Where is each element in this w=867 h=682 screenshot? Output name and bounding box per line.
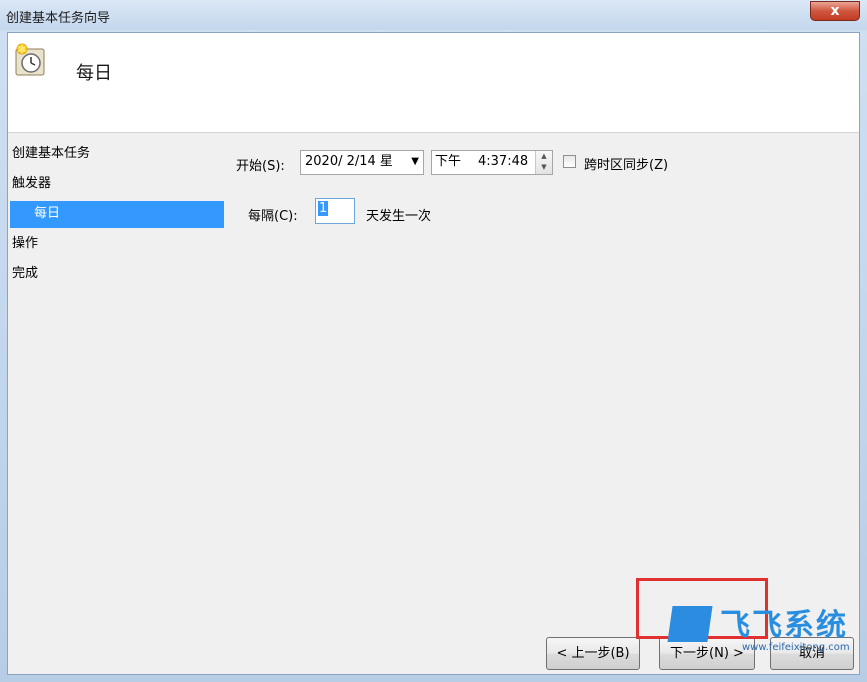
step-daily[interactable]: 每日 bbox=[10, 201, 224, 228]
start-time-ampm: 下午 bbox=[435, 154, 462, 169]
scheduled-task-clock-icon bbox=[15, 43, 45, 76]
spin-down-icon[interactable]: ▼ bbox=[536, 162, 552, 173]
site-watermark: 飞飞系统 www.feifeixitong.com bbox=[660, 598, 860, 660]
dropdown-arrow-icon[interactable]: ▼ bbox=[411, 151, 419, 173]
back-button[interactable]: < 上一步(B) bbox=[546, 637, 640, 670]
step-trigger[interactable]: 触发器 bbox=[12, 173, 51, 197]
close-button[interactable]: x bbox=[810, 1, 860, 21]
interval-input[interactable]: 1 bbox=[315, 198, 355, 224]
wizard-header: 每日 bbox=[8, 33, 859, 133]
start-label: 开始(S): bbox=[236, 159, 285, 174]
step-create-basic-task[interactable]: 创建基本任务 bbox=[12, 143, 90, 167]
start-time-value: 4:37:48 bbox=[478, 154, 529, 169]
interval-suffix: 天发生一次 bbox=[366, 209, 432, 224]
start-date-picker[interactable]: 2020/ 2/14 星 ▼ bbox=[300, 150, 424, 175]
start-date-value: 2020/ 2/14 星 bbox=[305, 154, 393, 169]
title-bar[interactable]: 创建基本任务向导 x bbox=[0, 0, 867, 30]
sync-timezones-label[interactable]: 跨时区同步(Z) bbox=[584, 154, 668, 173]
page-title: 每日 bbox=[76, 63, 112, 84]
start-time-field[interactable]: 下午 4:37:48 ▲ ▼ bbox=[431, 150, 553, 175]
step-action[interactable]: 操作 bbox=[12, 233, 38, 257]
watermark-logo-icon bbox=[667, 606, 713, 642]
wizard-window: 创建基本任务向导 x 每日 创建基本任务 触发器 每日 操作 完成 开始(S): bbox=[0, 0, 867, 682]
window-title: 创建基本任务向导 bbox=[6, 11, 111, 26]
step-finish[interactable]: 完成 bbox=[12, 263, 38, 287]
sync-timezones-checkbox[interactable] bbox=[563, 155, 576, 168]
watermark-text: 飞飞系统 bbox=[720, 608, 848, 643]
spin-up-icon[interactable]: ▲ bbox=[536, 151, 552, 162]
watermark-url: www.feifeixitong.com bbox=[742, 642, 850, 653]
time-spinner[interactable]: ▲ ▼ bbox=[535, 151, 552, 174]
interval-label: 每隔(C): bbox=[248, 209, 298, 224]
close-icon: x bbox=[830, 3, 840, 19]
interval-value: 1 bbox=[318, 201, 329, 216]
